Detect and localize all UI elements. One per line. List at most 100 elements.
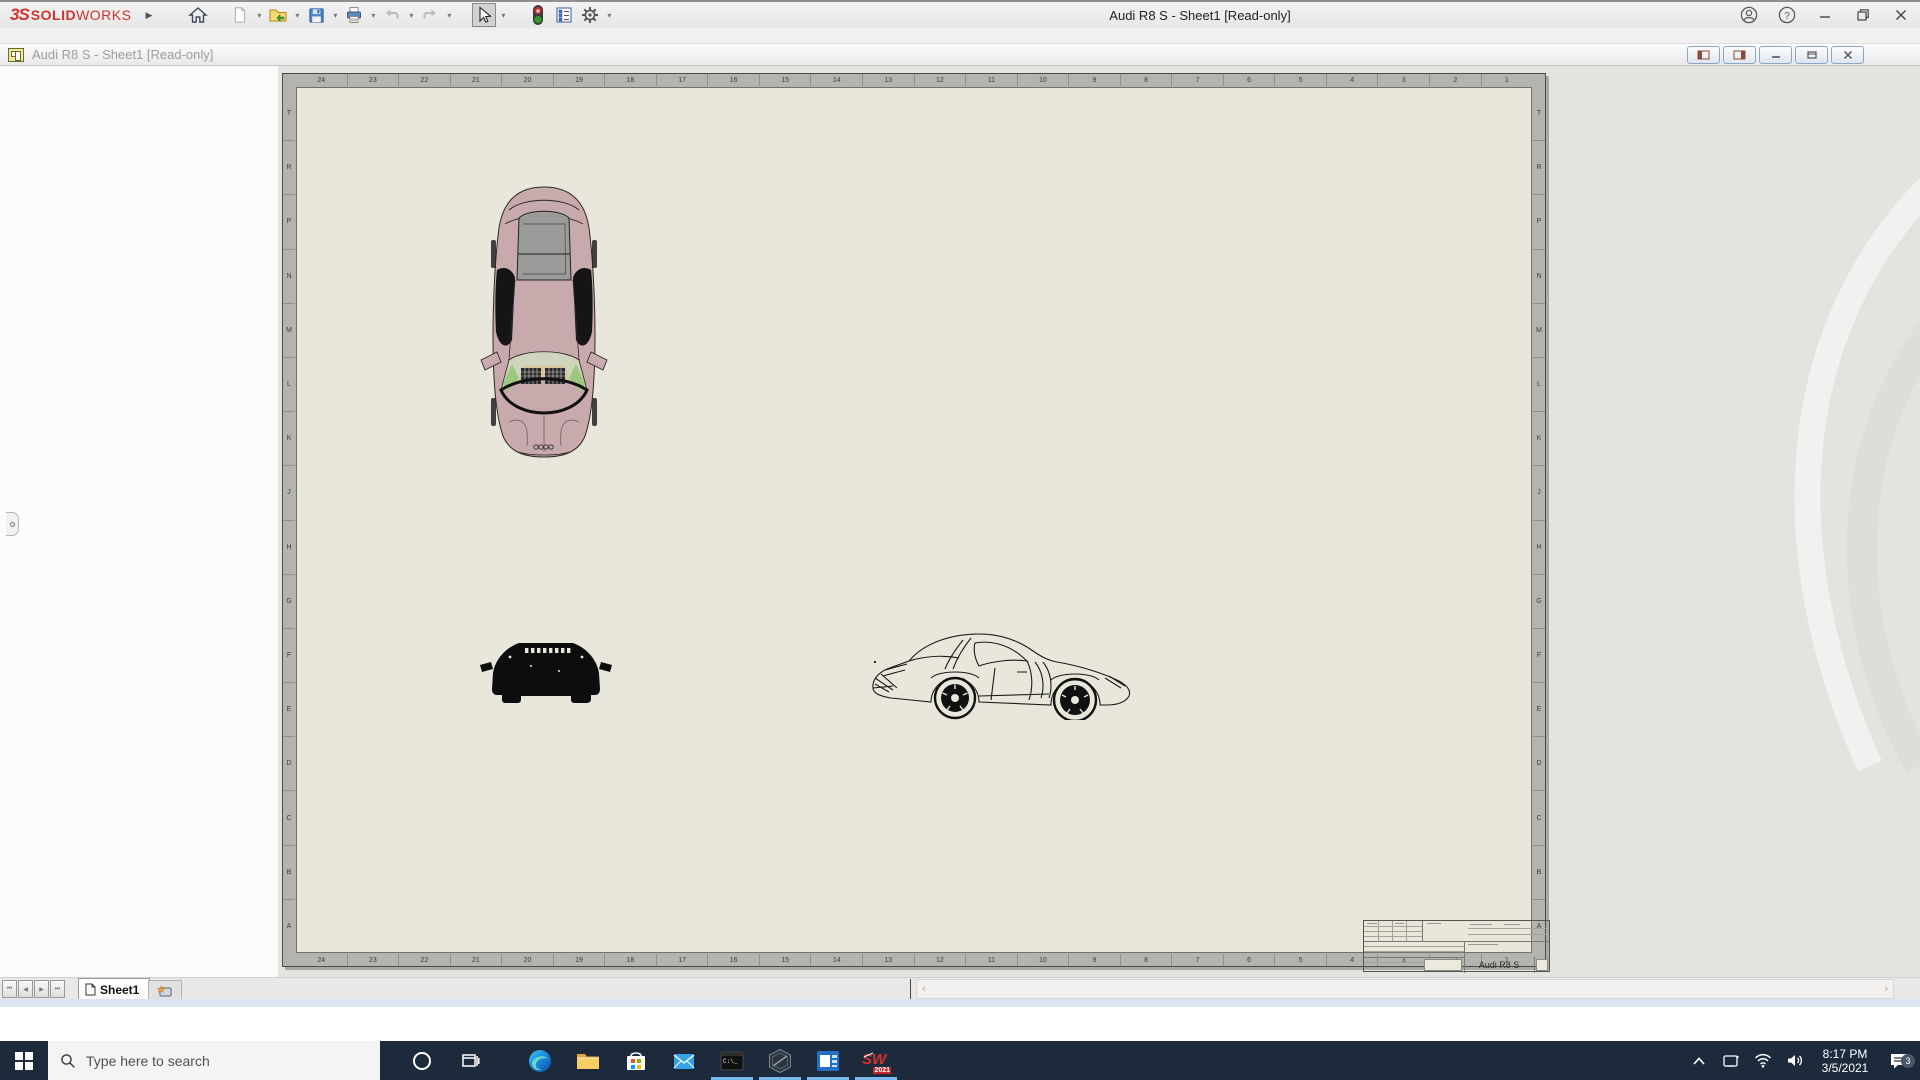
taskbar-blue-window-app[interactable] — [804, 1041, 852, 1080]
taskbar-solidworks[interactable]: SW 2021 — [852, 1041, 900, 1080]
zone-column-label: 20 — [502, 954, 554, 966]
pen-tablet-icon — [1722, 1053, 1740, 1069]
undo-button[interactable] — [380, 3, 404, 27]
zone-row-label: P — [283, 195, 295, 249]
zone-column-label: 15 — [760, 954, 812, 966]
tab-scroll-divider — [910, 979, 911, 999]
drawing-view-front[interactable] — [479, 633, 613, 719]
task-view-button[interactable] — [446, 1041, 494, 1080]
doc-minimize-icon — [1770, 50, 1782, 60]
restore-button[interactable] — [1848, 3, 1878, 27]
redo-dropdown[interactable]: ▾ — [444, 3, 454, 27]
feature-manager-collapsed-panel — [0, 66, 278, 977]
zone-column-label: 15 — [760, 74, 812, 86]
taskbar-store[interactable] — [612, 1041, 660, 1080]
tray-tablet-button[interactable] — [1718, 1053, 1744, 1069]
doc-pane-right-button[interactable] — [1723, 46, 1756, 64]
new-document-button[interactable] — [228, 3, 252, 27]
doc-minimize-button[interactable] — [1759, 46, 1792, 64]
sheet-tab-bar: ⏮ ◀ ▶ ⏭ Sheet1 ‹ › — [0, 977, 1920, 999]
solidworks-logo[interactable]: 3S SOLIDWORKS — [10, 5, 131, 25]
zone-ruler-bottom: 242322212019181716151413121110987654321 — [296, 954, 1532, 966]
zone-column-label: 18 — [605, 74, 657, 86]
taskbar-cmd[interactable]: C:\_ — [708, 1041, 756, 1080]
undo-dropdown[interactable]: ▾ — [406, 3, 416, 27]
taskbar-search-box[interactable]: Type here to search — [48, 1041, 380, 1080]
select-tool-button[interactable] — [472, 3, 496, 27]
zone-column-label: 6 — [1224, 74, 1276, 86]
sheet-tab-active[interactable]: Sheet1 — [78, 978, 150, 1000]
taskbar-hexagon-app[interactable] — [756, 1041, 804, 1080]
taskbar-mail[interactable] — [660, 1041, 708, 1080]
notification-count-badge: 3 — [1901, 1054, 1915, 1068]
action-center-button[interactable]: 3 — [1882, 1052, 1916, 1070]
zone-column-label: 2 — [1430, 74, 1482, 86]
zone-column-label: 7 — [1172, 74, 1224, 86]
open-dropdown[interactable]: ▾ — [292, 3, 302, 27]
start-button[interactable] — [0, 1041, 48, 1080]
redo-icon — [420, 5, 440, 25]
select-tool-dropdown[interactable]: ▾ — [498, 3, 508, 27]
property-manager-button[interactable] — [552, 3, 576, 27]
cortana-button[interactable] — [398, 1041, 446, 1080]
sheet-field[interactable]: Audi R8 S — [296, 87, 1532, 953]
doc-pane-left-button[interactable] — [1687, 46, 1720, 64]
zone-column-label: 8 — [1121, 954, 1173, 966]
zone-row-label: J — [283, 466, 295, 520]
close-icon — [1894, 8, 1908, 22]
zone-column-label: 3 — [1378, 74, 1430, 86]
drawing-sheet[interactable]: 242322212019181716151413121110987654321 … — [282, 73, 1546, 967]
save-dropdown[interactable]: ▾ — [330, 3, 340, 27]
horizontal-scrollbar[interactable]: ‹ › — [916, 979, 1894, 999]
help-button[interactable]: ? — [1772, 3, 1802, 27]
zone-column-label: 13 — [863, 954, 915, 966]
graphics-area[interactable]: 242322212019181716151413121110987654321 … — [0, 66, 1920, 977]
taskbar-clock[interactable]: 8:17 PM 3/5/2021 — [1814, 1047, 1876, 1075]
rebuild-traffic-light-button[interactable] — [526, 3, 550, 27]
zone-ruler-right: TRPNMLKJHGFEDCBA — [1533, 87, 1545, 953]
home-button[interactable] — [186, 3, 210, 27]
previous-sheet-button[interactable]: ◀ — [18, 980, 33, 998]
close-button[interactable] — [1886, 3, 1916, 27]
task-view-icon — [459, 1050, 481, 1072]
scroll-left-icon[interactable]: ‹ — [922, 983, 926, 995]
print-dropdown[interactable]: ▾ — [368, 3, 378, 27]
restore-icon — [1856, 8, 1870, 22]
tray-volume-button[interactable] — [1782, 1053, 1808, 1068]
doc-close-button[interactable] — [1831, 46, 1864, 64]
speaker-icon — [1786, 1053, 1804, 1068]
last-sheet-button[interactable]: ⏭ — [50, 980, 65, 998]
zone-ruler-top: 242322212019181716151413121110987654321 — [296, 74, 1532, 86]
doc-restore-button[interactable] — [1795, 46, 1828, 64]
tray-wifi-button[interactable] — [1750, 1053, 1776, 1068]
first-sheet-button[interactable]: ⏮ — [2, 980, 17, 998]
wifi-icon — [1754, 1053, 1772, 1068]
panel-flyout-handle[interactable] — [6, 512, 19, 536]
next-sheet-button[interactable]: ▶ — [34, 980, 49, 998]
save-button[interactable] — [304, 3, 328, 27]
mail-icon — [671, 1048, 697, 1074]
zone-column-label: 23 — [348, 74, 400, 86]
add-sheet-tab[interactable] — [148, 980, 182, 1000]
flyout-dot-icon — [10, 522, 15, 527]
taskbar-edge[interactable] — [516, 1041, 564, 1080]
account-button[interactable] — [1734, 3, 1764, 27]
open-button[interactable] — [266, 3, 290, 27]
solidworks-logo-mark: 3S — [10, 5, 29, 25]
minimize-button[interactable] — [1810, 3, 1840, 27]
drawing-view-side[interactable] — [867, 628, 1153, 720]
options-dropdown[interactable]: ▾ — [604, 3, 614, 27]
new-document-dropdown[interactable]: ▾ — [254, 3, 264, 27]
zone-row-label: T — [1533, 87, 1545, 141]
search-placeholder: Type here to search — [86, 1053, 210, 1069]
drawing-view-top[interactable] — [479, 184, 609, 460]
logo-flyout-arrow-icon[interactable]: ▶ — [145, 10, 152, 21]
solidworks-year-badge: 2021 — [873, 1067, 891, 1074]
tray-chevron-button[interactable] — [1686, 1056, 1712, 1066]
redo-button[interactable] — [418, 3, 442, 27]
zone-row-label: N — [283, 250, 295, 304]
scroll-right-icon[interactable]: › — [1884, 983, 1888, 995]
options-button[interactable] — [578, 3, 602, 27]
taskbar-file-explorer[interactable] — [564, 1041, 612, 1080]
print-button[interactable] — [342, 3, 366, 27]
